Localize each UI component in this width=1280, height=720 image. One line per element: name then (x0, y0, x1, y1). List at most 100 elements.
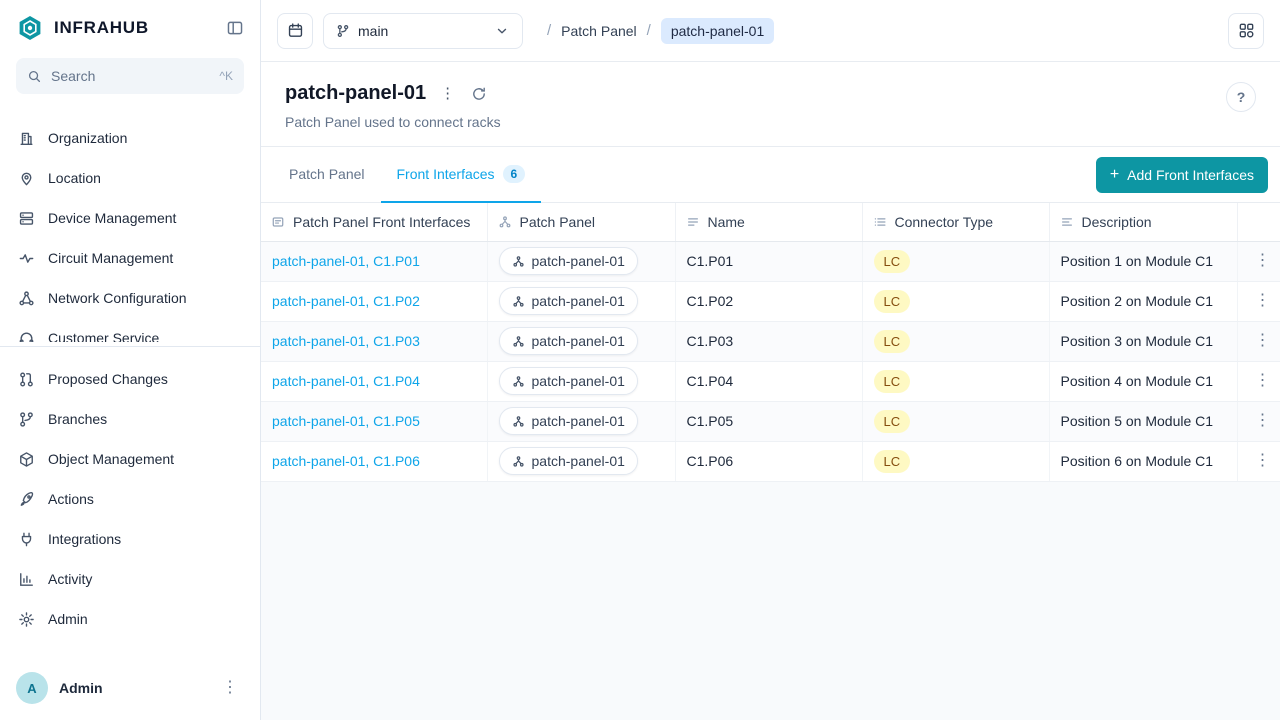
hierarchy-icon (512, 375, 525, 388)
patch-panel-chip[interactable]: patch-panel-01 (499, 407, 638, 435)
topbar: main / Patch Panel / patch-panel-01 (261, 0, 1280, 62)
search-icon (27, 69, 42, 84)
refresh-button[interactable] (469, 84, 489, 104)
sidebar-item-integrations[interactable]: Integrations (0, 519, 260, 559)
sidebar-item-object-management[interactable]: Object Management (0, 439, 260, 479)
add-front-interfaces-button[interactable]: + Add Front Interfaces (1096, 157, 1268, 193)
table-row: patch-panel-01, C1.P01 patch-panel-01 C1… (261, 241, 1280, 281)
apps-button[interactable] (1228, 13, 1264, 49)
sidebar-item-branches[interactable]: Branches (0, 399, 260, 439)
list-icon (873, 215, 887, 229)
interface-link[interactable]: patch-panel-01, C1.P04 (272, 373, 420, 389)
breadcrumb-current[interactable]: patch-panel-01 (661, 18, 774, 44)
relationship-icon (498, 215, 512, 229)
tab-front-interfaces[interactable]: Front Interfaces 6 (381, 147, 542, 203)
row-menu-button[interactable]: ⋮ (1249, 249, 1277, 273)
column-header-actions (1237, 203, 1280, 241)
network-icon (18, 290, 35, 307)
column-header-name: Name (675, 203, 862, 241)
main-area: main / Patch Panel / patch-panel-01 patc… (261, 0, 1280, 720)
tab-patch-panel[interactable]: Patch Panel (273, 147, 381, 203)
avatar: A (16, 672, 48, 704)
calendar-icon (287, 22, 304, 39)
sidebar-item-activity[interactable]: Activity (0, 559, 260, 599)
user-name: Admin (59, 680, 103, 696)
branch-selector[interactable]: main (323, 13, 523, 49)
infrahub-logo-icon (16, 14, 44, 42)
breadcrumb-separator: / (547, 22, 551, 39)
sidebar-item-organization[interactable]: Organization (0, 118, 260, 158)
sidebar-item-circuit-management[interactable]: Circuit Management (0, 238, 260, 278)
sidebar-item-device-management[interactable]: Device Management (0, 198, 260, 238)
user-menu-button[interactable]: ⋮ (216, 676, 244, 700)
rocket-icon (18, 491, 35, 508)
row-menu-button[interactable]: ⋮ (1249, 409, 1277, 433)
name-cell: C1.P02 (687, 293, 734, 309)
sidebar-item-label: Network Configuration (48, 290, 187, 306)
table-row: patch-panel-01, C1.P03 patch-panel-01 C1… (261, 321, 1280, 361)
sidebar-item-actions[interactable]: Actions (0, 479, 260, 519)
tab-count-badge: 6 (503, 165, 526, 183)
patch-panel-chip[interactable]: patch-panel-01 (499, 287, 638, 315)
hierarchy-icon (512, 295, 525, 308)
add-button-label: Add Front Interfaces (1127, 167, 1254, 183)
plug-icon (18, 531, 35, 548)
interface-link[interactable]: patch-panel-01, C1.P05 (272, 413, 420, 429)
row-menu-button[interactable]: ⋮ (1249, 329, 1277, 353)
table-row: patch-panel-01, C1.P06 patch-panel-01 C1… (261, 441, 1280, 481)
sidebar-item-customer-service[interactable]: Customer Service (0, 318, 260, 342)
description-cell: Position 5 on Module C1 (1061, 413, 1214, 429)
connector-type-badge: LC (874, 410, 911, 433)
sidebar-item-label: Circuit Management (48, 250, 173, 266)
help-button[interactable]: ? (1226, 82, 1256, 112)
chart-icon (18, 571, 35, 588)
row-menu-button[interactable]: ⋮ (1249, 449, 1277, 473)
timeframe-button[interactable] (277, 13, 313, 49)
interface-link[interactable]: patch-panel-01, C1.P01 (272, 253, 420, 269)
description-cell: Position 1 on Module C1 (1061, 253, 1214, 269)
patch-panel-chip[interactable]: patch-panel-01 (499, 247, 638, 275)
name-cell: C1.P01 (687, 253, 734, 269)
interface-link[interactable]: patch-panel-01, C1.P03 (272, 333, 420, 349)
search-placeholder: Search (51, 68, 95, 84)
sidebar-item-network-configuration[interactable]: Network Configuration (0, 278, 260, 318)
sidebar-nav-secondary: Proposed Changes Branches Object Managem… (0, 351, 260, 639)
hierarchy-icon (512, 455, 525, 468)
page-title: patch-panel-01 (285, 82, 426, 105)
connector-type-badge: LC (874, 450, 911, 473)
interface-link[interactable]: patch-panel-01, C1.P02 (272, 293, 420, 309)
sidebar-collapse-button[interactable] (226, 19, 244, 37)
name-cell: C1.P06 (687, 453, 734, 469)
sidebar-item-label: Location (48, 170, 101, 186)
description-cell: Position 3 on Module C1 (1061, 333, 1214, 349)
sidebar-item-label: Device Management (48, 210, 176, 226)
sidebar-item-admin[interactable]: Admin (0, 599, 260, 639)
sidebar-item-label: Integrations (48, 531, 121, 547)
column-header-patch-panel: Patch Panel (487, 203, 675, 241)
sidebar-item-label: Organization (48, 130, 127, 146)
patch-panel-chip[interactable]: patch-panel-01 (499, 447, 638, 475)
activity-icon (18, 250, 35, 267)
search-input[interactable]: Search ^K (16, 58, 244, 94)
headset-icon (18, 330, 35, 343)
patch-panel-chip[interactable]: patch-panel-01 (499, 327, 638, 355)
title-menu-button[interactable]: ⋮ (434, 84, 461, 103)
description-cell: Position 4 on Module C1 (1061, 373, 1214, 389)
sidebar-item-proposed-changes[interactable]: Proposed Changes (0, 359, 260, 399)
patch-panel-chip[interactable]: patch-panel-01 (499, 367, 638, 395)
gear-icon (18, 611, 35, 628)
text-icon (686, 215, 700, 229)
sidebar-item-label: Branches (48, 411, 107, 427)
app-root: INFRAHUB Search ^K Organization Location (0, 0, 1280, 720)
table-row: patch-panel-01, C1.P04 patch-panel-01 C1… (261, 361, 1280, 401)
hierarchy-icon (512, 255, 525, 268)
interface-link[interactable]: patch-panel-01, C1.P06 (272, 453, 420, 469)
hierarchy-icon (512, 415, 525, 428)
connector-type-badge: LC (874, 370, 911, 393)
breadcrumb-item-patch-panel[interactable]: Patch Panel (561, 23, 637, 39)
sidebar-item-location[interactable]: Location (0, 158, 260, 198)
breadcrumb-separator: / (647, 22, 651, 39)
row-menu-button[interactable]: ⋮ (1249, 289, 1277, 313)
connector-type-badge: LC (874, 290, 911, 313)
row-menu-button[interactable]: ⋮ (1249, 369, 1277, 393)
